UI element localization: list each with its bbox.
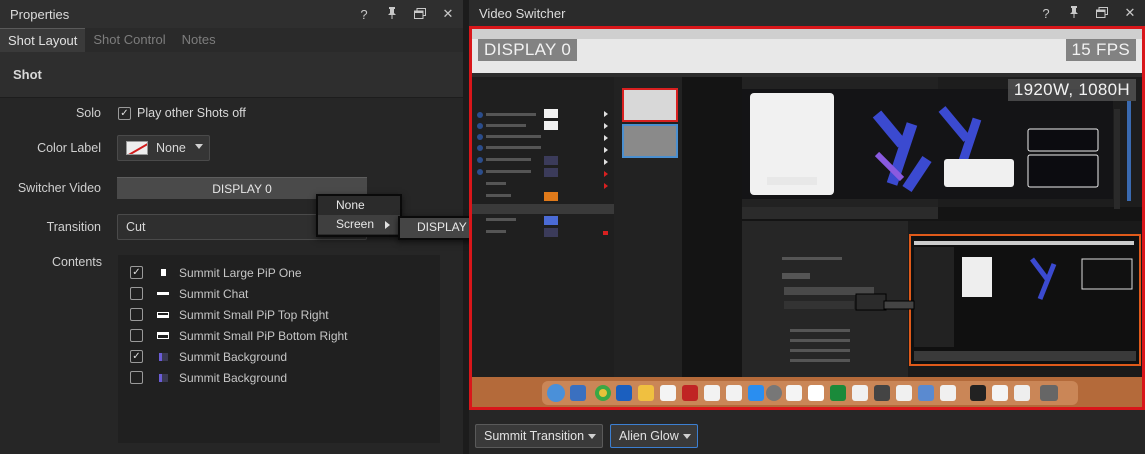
tab-shot-control[interactable]: Shot Control [85, 28, 173, 52]
transition-select-value: Summit Transition [484, 429, 585, 443]
window-icon[interactable] [413, 7, 427, 22]
properties-tabs: Shot Layout Shot Control Notes [0, 28, 463, 52]
item-checkbox[interactable] [130, 308, 143, 321]
list-item[interactable]: Summit Chat [118, 283, 440, 304]
chevron-down-icon [195, 144, 203, 149]
video-switcher-panel: Video Switcher ? ✕ DISPLAY 0 15 FPS 1920… [469, 0, 1145, 454]
pin-icon[interactable] [1067, 5, 1081, 21]
switcher-preview[interactable]: DISPLAY 0 15 FPS 1920W, 1080H [469, 26, 1145, 410]
switcher-bottom-bar: Summit Transition Alien Glow [469, 410, 1145, 454]
close-icon[interactable]: ✕ [1123, 5, 1137, 21]
list-item[interactable]: Summit Background [118, 367, 440, 388]
item-checkbox[interactable] [130, 287, 143, 300]
tab-notes[interactable]: Notes [174, 28, 224, 52]
item-label: Summit Chat [179, 286, 249, 301]
contents-label: Contents [51, 255, 102, 269]
video-switcher-titlebar: Video Switcher ? ✕ [469, 0, 1145, 26]
window-icon[interactable] [1095, 6, 1109, 21]
color-label-value: None [156, 141, 186, 155]
item-checkbox[interactable]: ✓ [130, 266, 143, 279]
color-label-dropdown[interactable]: None [117, 135, 210, 161]
tab-shot-layout[interactable]: Shot Layout [0, 28, 86, 52]
item-checkbox[interactable] [130, 371, 143, 384]
item-label: Summit Background [179, 370, 288, 385]
item-label: Summit Small PiP Bottom Right [179, 328, 348, 343]
menu-item-none[interactable]: None [318, 196, 400, 215]
white-rect-icon [157, 311, 169, 318]
switcher-video-label: Switcher Video [17, 181, 101, 195]
solo-label: Solo [75, 106, 101, 120]
item-label: Summit Small PiP Top Right [179, 307, 329, 322]
section-shot-header: Shot [0, 52, 463, 98]
white-rect-outline-icon [157, 332, 169, 339]
solo-checkbox[interactable]: ✓ [118, 106, 131, 120]
contents-list: ✓ Summit Large PiP One Summit Chat Summi… [118, 255, 440, 443]
properties-title: Properties [10, 6, 70, 22]
chevron-down-icon [588, 434, 596, 439]
help-icon[interactable]: ? [357, 7, 371, 22]
close-icon[interactable]: ✕ [441, 6, 455, 22]
solo-checkbox-text[interactable]: Play other Shots off [137, 106, 246, 120]
pin-icon[interactable] [385, 6, 399, 22]
video-switcher-title: Video Switcher [479, 5, 566, 21]
source-menu: None Screen [316, 194, 402, 237]
item-label: Summit Background [179, 349, 288, 364]
resolution-overlay-label: 1920W, 1080H [1007, 79, 1136, 101]
background-thumb-icon [157, 373, 169, 382]
display-overlay-label: DISPLAY 0 [478, 39, 578, 61]
transition-label: Transition [46, 220, 101, 234]
effect-select-value: Alien Glow [619, 429, 679, 443]
list-item[interactable]: ✓ Summit Large PiP One [118, 262, 440, 283]
color-label-row: Color Label None [0, 135, 463, 161]
item-checkbox[interactable] [130, 329, 143, 342]
menu-item-screen-label: Screen [336, 217, 375, 231]
solo-row: Solo ✓ Play other Shots off [0, 100, 463, 126]
transition-value: Cut [126, 220, 146, 234]
properties-titlebar: Properties ? ✕ [0, 0, 463, 28]
fps-overlay-label: 15 FPS [1065, 39, 1136, 61]
no-color-swatch-icon [126, 141, 148, 155]
small-white-square-icon [157, 269, 169, 276]
effect-select[interactable]: Alien Glow [610, 424, 698, 448]
help-icon[interactable]: ? [1039, 6, 1053, 21]
item-checkbox[interactable]: ✓ [130, 350, 143, 363]
list-item[interactable]: ✓ Summit Background [118, 346, 440, 367]
list-item[interactable]: Summit Small PiP Top Right [118, 304, 440, 325]
color-label-label: Color Label [37, 141, 101, 155]
item-label: Summit Large PiP One [179, 265, 302, 280]
white-bar-icon [157, 292, 169, 295]
chevron-down-icon [683, 434, 691, 439]
transition-select[interactable]: Summit Transition [475, 424, 603, 448]
list-item[interactable]: Summit Small PiP Bottom Right [118, 325, 440, 346]
chevron-right-icon [385, 221, 390, 229]
menu-item-screen[interactable]: Screen [318, 215, 400, 234]
background-thumb-icon [157, 352, 169, 361]
